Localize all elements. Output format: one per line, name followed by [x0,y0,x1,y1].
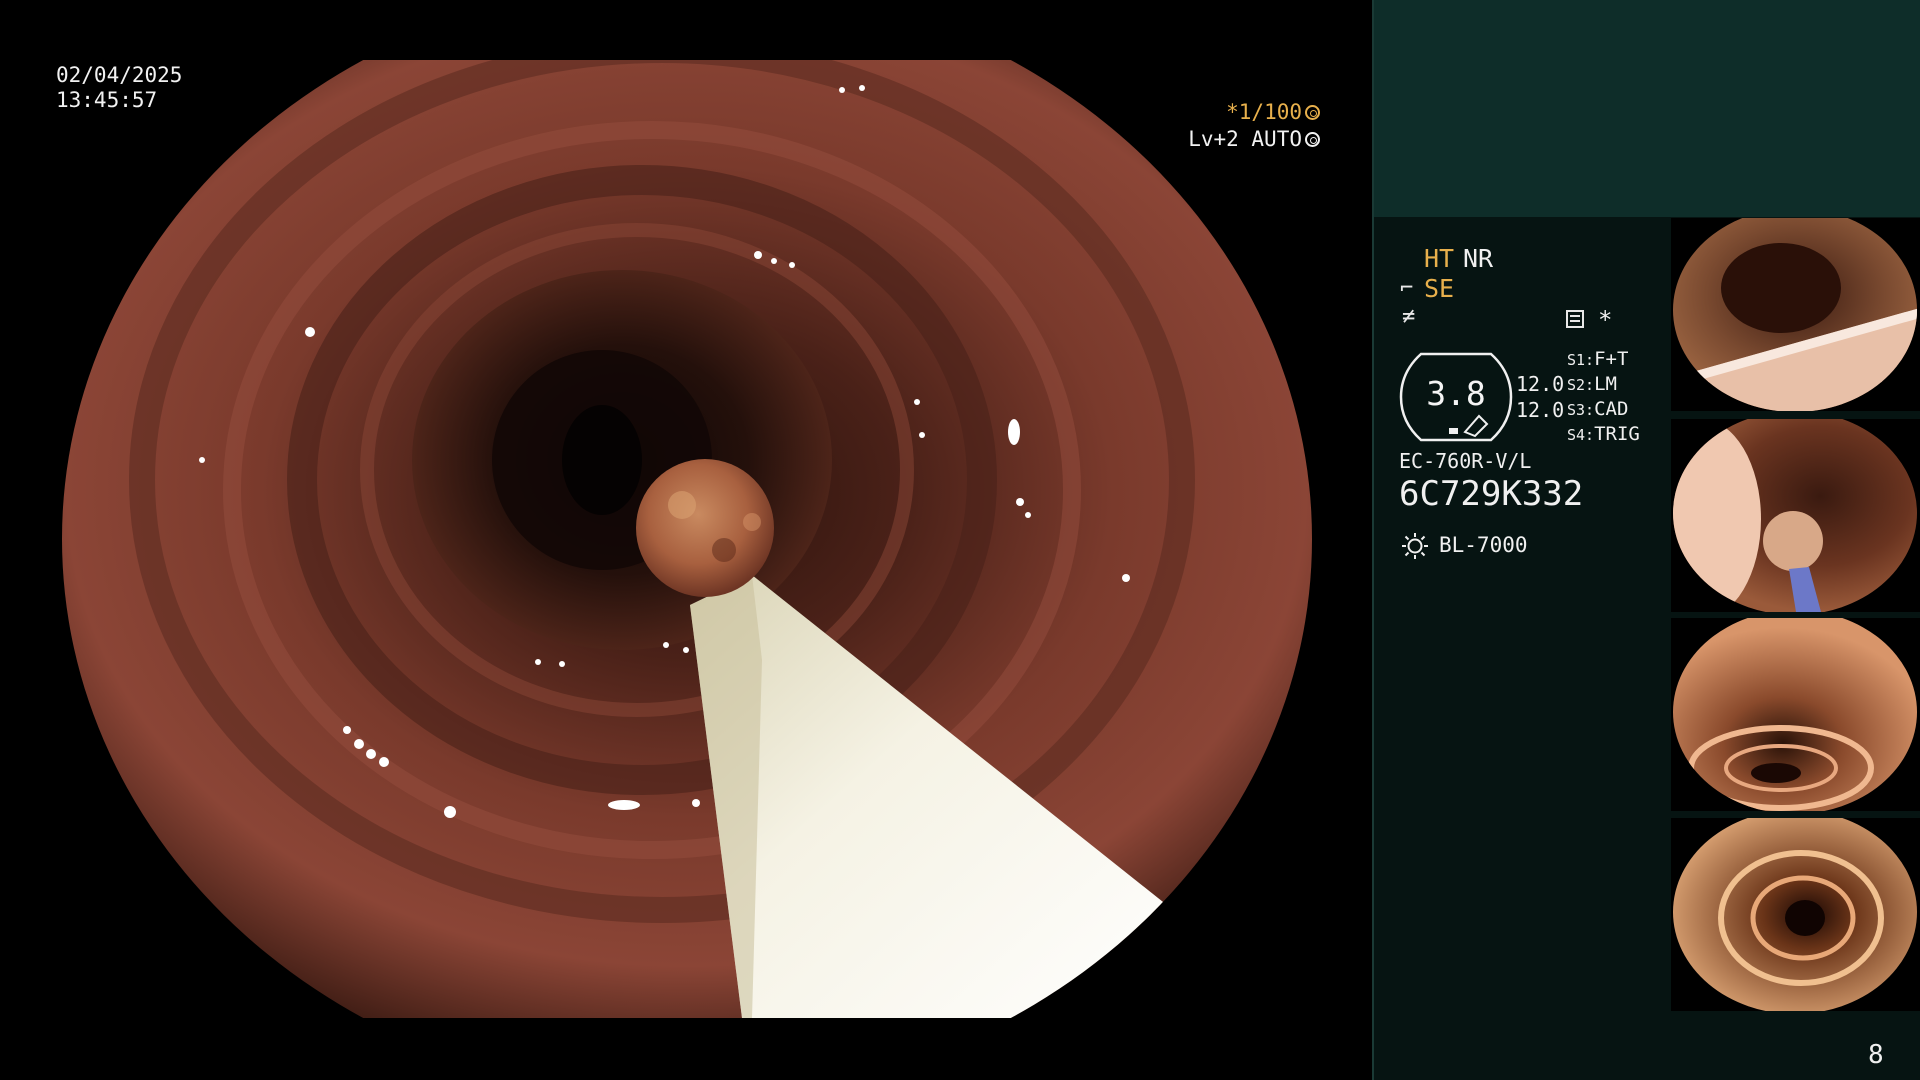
brightness-level-value: Lv+2 AUTO [1188,127,1302,151]
switch-key: S1: [1567,351,1595,369]
menu-icon [1566,310,1584,328]
star-icon: * [1598,306,1613,334]
switch-key: S3: [1567,401,1595,419]
page-number: 8 [1868,1040,1884,1070]
setting-value-b: 12.0 [1516,398,1565,422]
gauge-value: 3.8 [1426,374,1486,413]
brightness-level-indicator: Lv+2 AUTO [1188,127,1320,151]
iris-icon [1305,132,1320,147]
sun-icon [1402,533,1428,559]
switch-row-1: S1:F+T [1567,348,1628,370]
switch-key: S2: [1567,376,1595,394]
patient-info-area [1374,0,1920,217]
scope-model: EC-760R-V/L [1399,449,1532,473]
switch-value: LM [1594,373,1617,395]
scope-serial: 6C729K332 [1399,474,1584,514]
shutter-speed-indicator: *1/100 [1226,100,1320,124]
captured-image-2[interactable] [1671,419,1920,612]
ht-indicator: HT [1424,244,1455,273]
nr-indicator: NR [1463,244,1494,273]
captured-image-4[interactable] [1671,818,1920,1011]
time-display: 13:45:57 [56,88,158,112]
date-display: 02/04/2025 [56,63,183,87]
endoscopy-monitor: 02/04/2025 13:45:57 *1/100 Lv+2 AUTO HT … [0,0,1920,1080]
shutter-speed-value: *1/100 [1226,100,1302,124]
switch-row-3: S3:CAD [1567,398,1628,420]
setting-value-a: 12.0 [1516,372,1565,396]
se-icon: ⌐ [1400,276,1414,301]
switch-row-2: S2:LM [1567,373,1617,395]
aperture-icon [1305,105,1320,120]
light-source-model: BL-7000 [1439,533,1528,557]
switch-value: TRIG [1594,423,1640,445]
captured-image-1[interactable] [1671,218,1920,411]
freeze-icon: ≠ [1402,304,1416,329]
se-indicator: SE [1424,274,1455,303]
switch-value: CAD [1594,398,1629,420]
switch-value: F+T [1594,348,1629,370]
captured-image-3[interactable] [1671,618,1920,811]
endoscope-live-view [62,60,1312,1018]
switch-key: S4: [1567,426,1595,444]
switch-row-4: S4:TRIG [1567,423,1640,445]
